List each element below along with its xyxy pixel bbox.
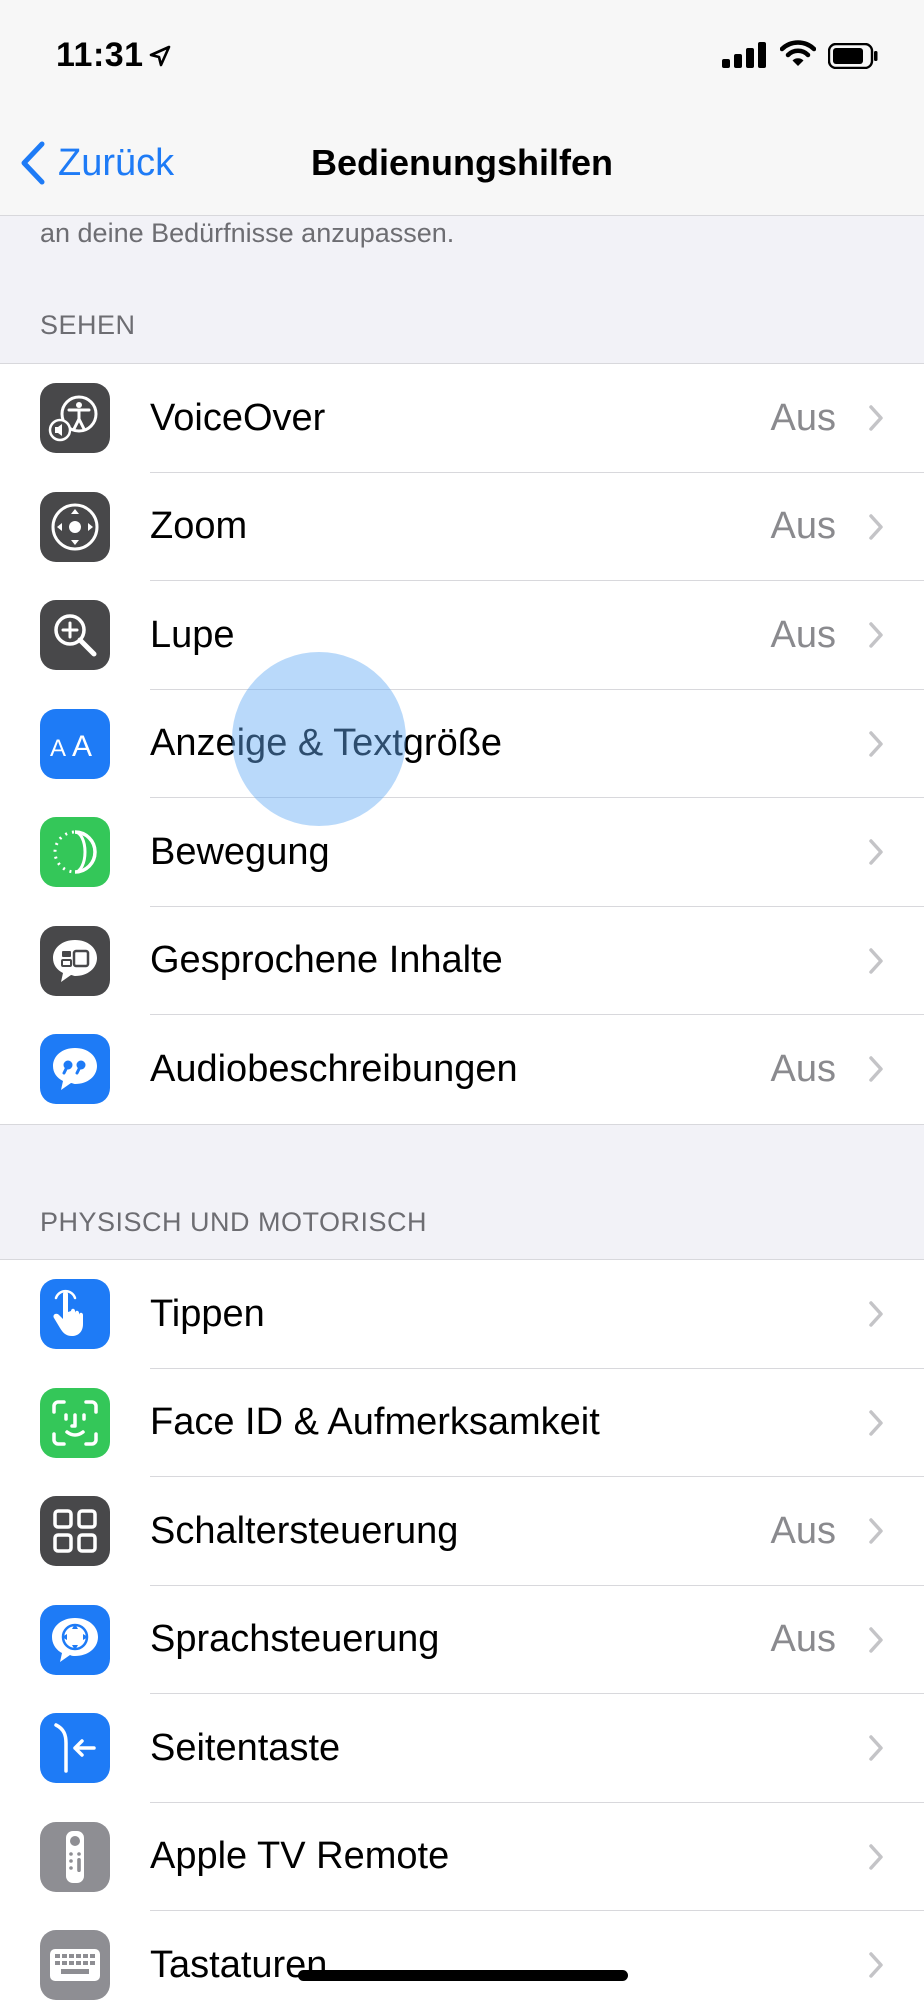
row-label: Schaltersteuerung [150,1509,459,1552]
row-switch-control[interactable]: Schaltersteuerung Aus [0,1477,924,1586]
chevron-right-icon [869,513,883,540]
row-side-button[interactable]: Seitentaste [0,1694,924,1803]
chevron-right-icon [869,405,883,431]
switch-control-icon [40,1496,110,1566]
motion-icon [40,817,110,887]
touch-indicator [232,652,406,826]
row-label: Audiobeschreibungen [150,1047,518,1090]
status-time: 11:31 [56,36,144,74]
spoken-content-icon [40,925,110,996]
section-header-sehen: SEHEN [40,310,136,340]
row-value: Aus [770,1047,836,1090]
svg-text:A: A [50,735,66,762]
row-label: Tippen [150,1292,265,1335]
navigation-bar: Zurück Bedienungshilfen [0,110,924,216]
chevron-right-icon [869,1301,883,1327]
row-voice-control[interactable]: Sprachsteuerung Aus [0,1586,924,1694]
location-arrow-icon [149,45,171,67]
section-header-physisch: PHYSISCH UND MOTORISCH [40,1207,428,1237]
page-title: Bedienungshilfen [310,142,613,183]
row-display-text-size[interactable]: A A Anzeige & Textgröße [0,690,924,798]
chevron-right-icon [869,730,883,757]
chevron-right-icon [869,1626,883,1653]
row-label: Sprachsteuerung [150,1618,440,1661]
row-zoom[interactable]: Zoom Aus [0,473,924,581]
svg-text:A: A [72,730,92,763]
keyboard-icon [40,1930,110,2000]
chevron-right-icon [869,839,883,865]
row-label: Zoom [150,505,248,548]
row-motion[interactable]: Bewegung [0,798,924,907]
voice-control-icon [40,1604,110,1675]
row-label: Gesprochene Inhalte [150,939,503,982]
row-touch[interactable]: Tippen [0,1260,924,1369]
tv-remote-icon [40,1821,110,1892]
face-id-icon [40,1387,110,1458]
intro-text: an deine Bedürfnisse anzupassen. [40,218,455,248]
wifi-icon [780,40,816,66]
row-apple-tv-remote[interactable]: Apple TV Remote [0,1803,924,1911]
magnifier-icon [40,600,110,670]
row-label: Bewegung [150,830,330,873]
row-value: Aus [770,396,836,439]
row-face-id[interactable]: Face ID & Aufmerksamkeit [0,1369,924,1477]
battery-icon [828,43,878,69]
settings-list[interactable]: an deine Bedürfnisse anzupassen. SEHEN V… [0,217,924,2000]
row-label: Seitentaste [150,1726,341,1769]
touch-icon [40,1279,110,1349]
chevron-right-icon [869,1952,883,1978]
row-keyboards[interactable]: Tastaturen [0,1911,924,2000]
row-voiceover[interactable]: VoiceOver Aus [0,364,924,473]
row-value: Aus [770,613,836,656]
chevron-right-icon [869,947,883,974]
chevron-right-icon [869,1735,883,1761]
chevron-right-icon [869,622,883,648]
row-label: VoiceOver [150,396,326,439]
row-audio-descriptions[interactable]: Audiobeschreibungen Aus [0,1015,924,1124]
section-physisch-motorisch: Tippen Face ID & Aufmerksamkeit Schalter… [0,1259,924,2000]
chevron-right-icon [869,1843,883,1870]
chevron-right-icon [869,1409,883,1436]
row-label: Face ID & Aufmerksamkeit [150,1401,600,1444]
row-spoken-content[interactable]: Gesprochene Inhalte [0,907,924,1015]
voiceover-icon [40,383,110,453]
chevron-right-icon [869,1518,883,1544]
row-lupe[interactable]: Lupe Aus [0,581,924,690]
status-bar: 11:31 [0,0,924,110]
audio-description-icon [40,1034,110,1104]
cellular-signal-icon [722,42,766,68]
text-size-icon: A A [40,708,110,779]
zoom-icon [40,491,110,562]
row-label: Lupe [150,613,235,656]
row-value: Aus [770,505,836,548]
chevron-right-icon [869,1056,883,1082]
section-sehen: VoiceOver Aus Zoom Aus Lupe Aus A A Anze… [0,363,924,1125]
row-value: Aus [770,1509,836,1552]
side-button-icon [40,1713,110,1783]
row-label: Apple TV Remote [150,1835,450,1878]
home-indicator[interactable] [298,1970,628,1981]
row-value: Aus [770,1618,836,1661]
